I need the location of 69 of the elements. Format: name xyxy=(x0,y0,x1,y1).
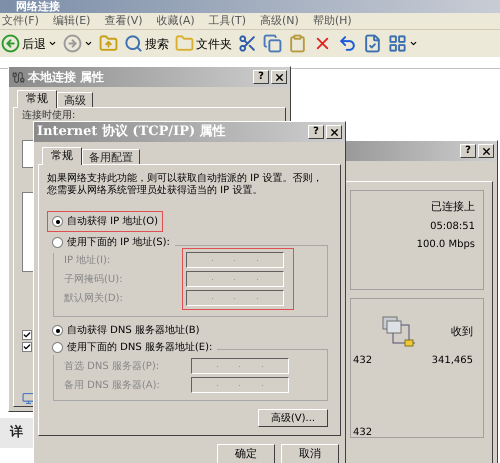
dialog-title: 本地连接 属性 xyxy=(28,69,104,86)
received-packets-value: 341,465 xyxy=(432,354,473,368)
menu-item[interactable]: 收藏(A) xyxy=(156,12,195,30)
field-label: IP 地址(I): xyxy=(64,254,112,268)
field-label: 首选 DNS 服务器(P): xyxy=(64,360,160,374)
toolbar-button[interactable]: 后退 xyxy=(1,32,57,56)
clipboard-icon xyxy=(288,34,307,53)
dialog-button[interactable]: 确定 xyxy=(217,444,275,463)
dialog-button[interactable]: 取消 xyxy=(281,444,339,463)
checkbox[interactable] xyxy=(22,342,32,352)
menu-item[interactable]: 高级(N) xyxy=(260,12,299,30)
speed-value: 100.0 Mbps xyxy=(416,238,475,252)
caret-icon xyxy=(84,39,93,48)
menu-item[interactable]: 编辑(E) xyxy=(52,12,90,30)
received-label: 收到 xyxy=(451,324,473,340)
panel-heading: 详 xyxy=(10,424,23,442)
help-button[interactable]: ? xyxy=(308,125,324,139)
menu-item[interactable]: 查看(V) xyxy=(104,12,143,30)
caret-icon xyxy=(48,39,57,48)
close-icon xyxy=(480,146,492,156)
window-title: 网络连接 xyxy=(15,1,60,13)
network-icon xyxy=(12,70,25,84)
computer-icon xyxy=(22,392,35,405)
menu-item[interactable]: 文件(F) xyxy=(2,12,39,30)
tab[interactable]: 常规 xyxy=(42,147,82,165)
packets-value: 432 xyxy=(353,427,372,438)
close-button[interactable] xyxy=(326,125,342,139)
radio-button[interactable] xyxy=(52,342,63,353)
checkbox[interactable] xyxy=(22,330,32,340)
close-button[interactable] xyxy=(271,70,287,84)
views-icon xyxy=(388,34,407,53)
close-icon xyxy=(274,72,284,82)
field-label: 连接时使用: xyxy=(22,110,76,121)
toolbar-button[interactable] xyxy=(263,32,282,56)
radio-button[interactable] xyxy=(52,325,63,336)
scissors-icon xyxy=(238,34,257,53)
back-icon xyxy=(1,34,20,53)
close-button[interactable] xyxy=(478,144,494,158)
tab[interactable]: 高级 xyxy=(57,92,93,107)
dialog-title: Internet 协议 (TCP/IP) 属性 xyxy=(37,122,226,142)
duration-value: 05:08:51 xyxy=(430,220,475,234)
menu-item[interactable]: 帮助(H) xyxy=(312,12,352,30)
field-label: 备用 DNS 服务器(A): xyxy=(64,378,160,392)
help-button[interactable]: ? xyxy=(253,70,269,84)
folder-icon xyxy=(175,34,194,53)
search-icon xyxy=(124,34,143,53)
radio-option[interactable]: 自动获得 IP 地址(O) xyxy=(47,211,164,232)
radio-button[interactable] xyxy=(52,216,63,227)
properties-icon xyxy=(363,34,382,53)
caret-icon xyxy=(409,39,418,48)
copy-icon xyxy=(263,34,282,53)
status-value: 已连接上 xyxy=(431,199,475,215)
radio-button[interactable] xyxy=(52,237,63,248)
tab[interactable]: 常规 xyxy=(17,90,57,108)
folder-up-icon xyxy=(99,34,118,53)
forward-icon xyxy=(63,34,82,53)
tab[interactable]: 备用配置 xyxy=(82,149,140,164)
toolbar-button[interactable]: 文件夹 xyxy=(175,32,232,56)
advanced-button[interactable]: 高级(V)... xyxy=(258,409,328,427)
toolbar-button[interactable] xyxy=(363,32,382,56)
intro-text: 如果网络支持此功能，则可以获取自动指派的 IP 设置。否则，您需要从网络系统管理员处获得适当的 IP 设置。 xyxy=(47,173,324,197)
field-label: 默认网关(D): xyxy=(64,292,123,306)
undo-icon xyxy=(338,34,357,53)
close-icon xyxy=(328,126,340,138)
toolbar-button[interactable]: 搜索 xyxy=(124,32,169,56)
field-label: 子网掩码(U): xyxy=(64,273,123,287)
menu-item[interactable]: 工具(T) xyxy=(208,12,246,30)
sent-packets-value: 432 xyxy=(353,354,372,368)
help-button[interactable]: ? xyxy=(460,144,476,158)
